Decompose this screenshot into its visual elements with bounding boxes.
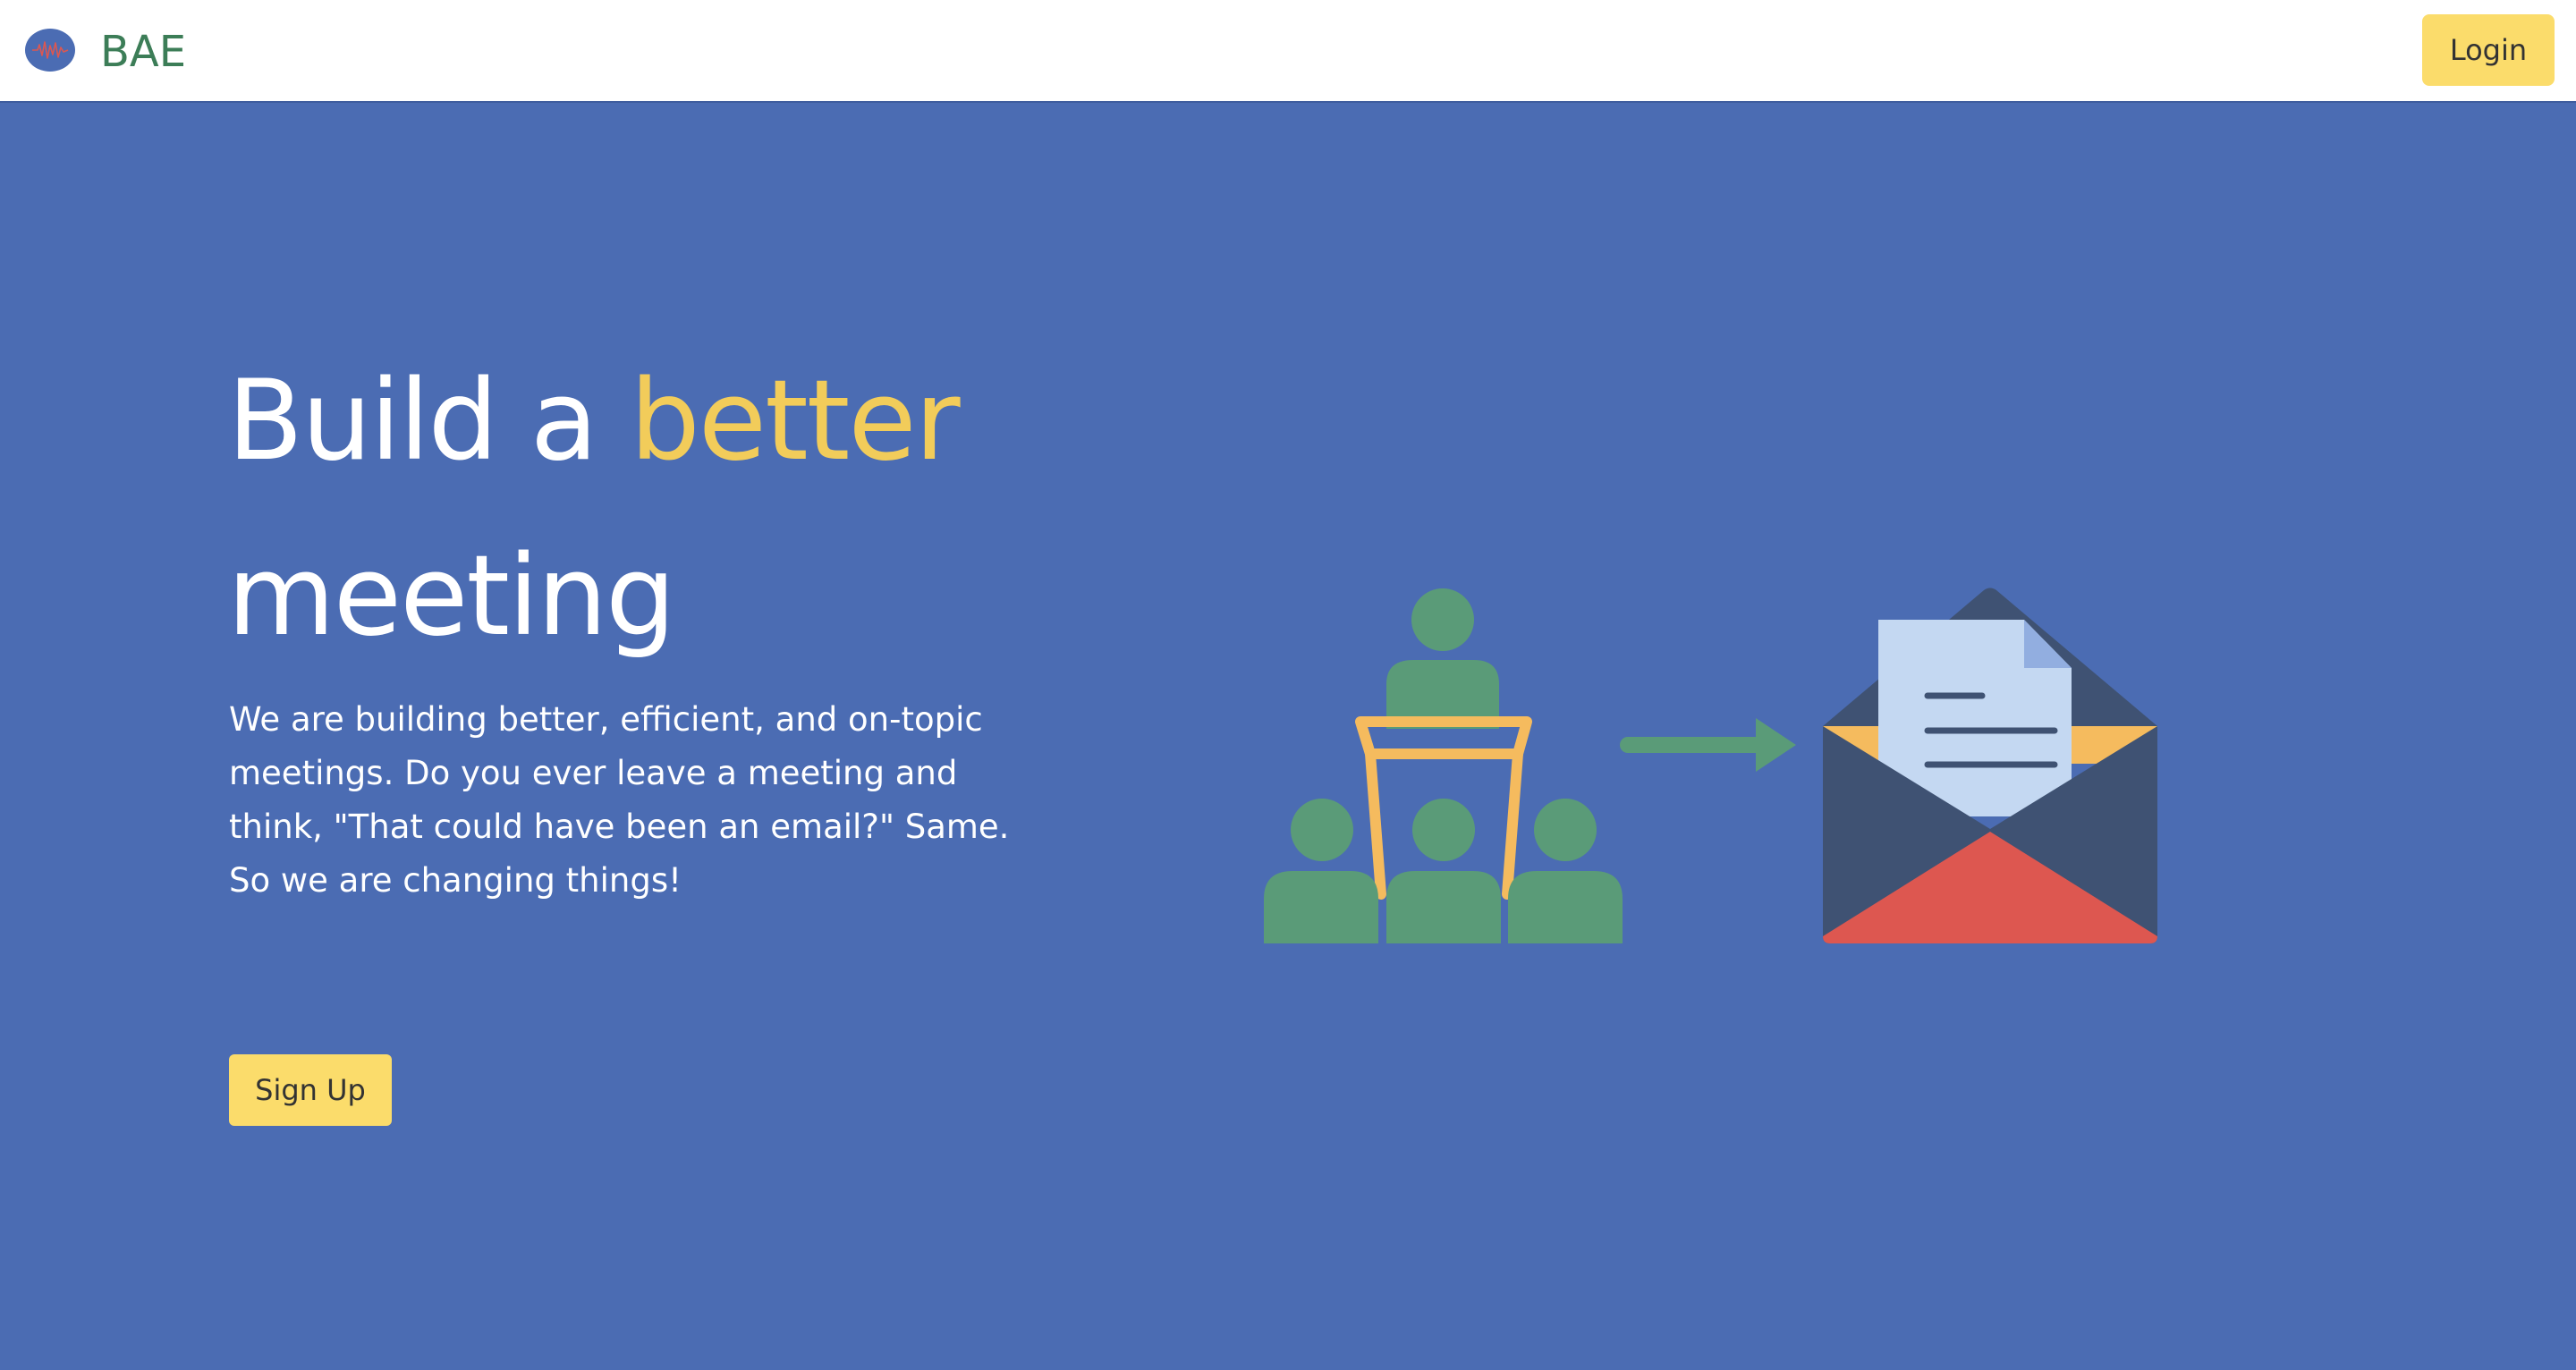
page-title: Build a better meeting bbox=[227, 334, 1122, 684]
brand-name[interactable]: BAE bbox=[100, 25, 186, 79]
presentation-audience-icon bbox=[1264, 588, 1623, 943]
arrow-right-icon bbox=[1620, 718, 1796, 772]
sign-up-button[interactable]: Sign Up bbox=[229, 1054, 392, 1126]
sound-wave-logo-icon[interactable] bbox=[25, 28, 75, 72]
navbar: BAE Login bbox=[0, 0, 2576, 103]
headline-part-1: Build a bbox=[227, 357, 631, 486]
headline-accent: better bbox=[630, 357, 961, 486]
hero-section: Build a better meeting We are building be… bbox=[0, 103, 2576, 1370]
headline-part-2: meeting bbox=[227, 532, 676, 661]
open-envelope-letter-icon bbox=[1823, 588, 2157, 943]
meeting-to-email-illustration bbox=[1264, 588, 2157, 943]
hero-description: We are building better, efficient, and o… bbox=[229, 700, 1010, 900]
login-button[interactable]: Login bbox=[2422, 14, 2555, 86]
